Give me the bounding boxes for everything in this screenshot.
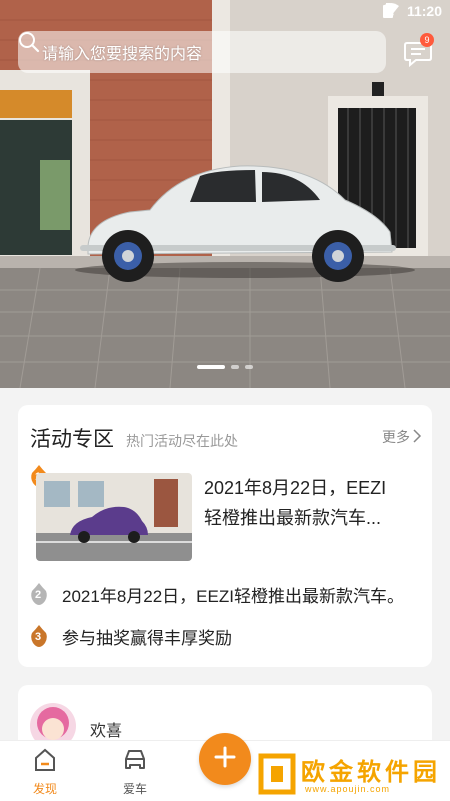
- search-placeholder: 请输入您要搜索的内容: [42, 46, 203, 63]
- activity-item-2-text: 2021年8月22日，EEZI轻橙推出最新款汽车。: [62, 586, 404, 606]
- carousel-indicator: [0, 365, 450, 369]
- banner-carousel[interactable]: 11:20 请输入您要搜索的内容 9: [0, 0, 450, 388]
- nav-label-car: 爱车: [122, 782, 147, 796]
- search-input[interactable]: 请输入您要搜索的内容: [18, 31, 386, 73]
- message-badge: 9: [420, 33, 434, 47]
- rank-3-badge-icon: 3: [30, 625, 48, 647]
- carousel-dot-2[interactable]: [231, 365, 239, 369]
- watermark-title: 欧金软件园: [301, 759, 441, 786]
- activity-item-2[interactable]: 2 2021年8月22日，EEZI轻橙推出最新款汽车。: [30, 579, 430, 609]
- activity-item-3-text: 参与抽奖赢得丰厚奖励: [62, 628, 232, 648]
- more-label: 更多: [382, 429, 410, 445]
- nav-item-discover[interactable]: 发现: [15, 747, 75, 797]
- watermark-logo-icon: [257, 752, 297, 801]
- activity-thumbnail: [36, 473, 192, 561]
- activity-subtitle: 热门活动尽在此处: [126, 433, 238, 449]
- clock: 11:20: [406, 3, 442, 19]
- car-icon: [121, 750, 149, 777]
- activity-title: 活动专区: [30, 428, 114, 451]
- carousel-dot-1[interactable]: [197, 365, 225, 369]
- rank-2-badge-icon: 2: [30, 583, 48, 605]
- rank-3-number: 3: [35, 631, 42, 643]
- activity-item-1-line1: 2021年8月22日，EEZI: [204, 478, 387, 498]
- activity-item-1-line2: 轻橙推出最新款汽车...: [204, 508, 382, 528]
- activity-item-3[interactable]: 3 参与抽奖赢得丰厚奖励: [30, 621, 430, 651]
- status-bar: 11:20: [0, 0, 450, 24]
- add-post-button[interactable]: [199, 733, 251, 785]
- more-link[interactable]: 更多: [382, 427, 422, 447]
- chevron-right-icon: [412, 428, 422, 446]
- nav-label-discover: 发现: [32, 782, 57, 796]
- plus-icon: [213, 745, 237, 774]
- nav-item-car[interactable]: 爱车: [105, 747, 165, 797]
- carousel-dot-3[interactable]: [245, 365, 253, 369]
- activity-card: 活动专区 热门活动尽在此处 更多 1 2021年8月22日: [18, 405, 432, 667]
- watermark: 欧金软件园 www.apoujin.com: [253, 748, 447, 800]
- rank-2-number: 2: [35, 589, 42, 601]
- activity-item-1[interactable]: 1 2021年8月22日，EEZI 轻橙推出最新款汽车...: [30, 465, 430, 565]
- user-name[interactable]: 欢喜: [90, 717, 122, 741]
- watermark-url: www.apoujin.com: [305, 784, 391, 794]
- discover-icon: [32, 748, 58, 777]
